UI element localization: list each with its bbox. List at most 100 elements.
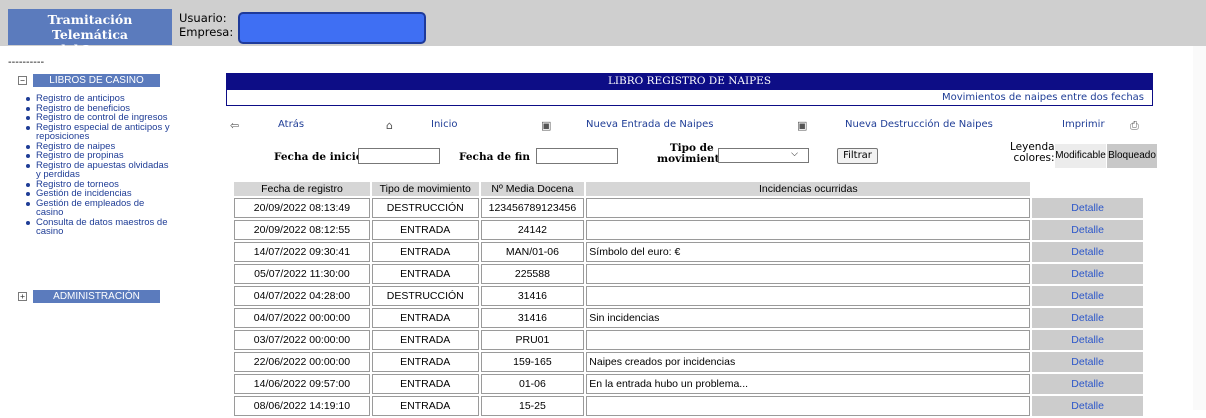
cell-incidents [586,198,1031,218]
company-label: Empresa: [179,25,234,39]
header-number: Nº Media Docena [480,182,585,196]
app-brand[interactable]: Tramitación Telemática del Juego [8,9,172,57]
detail-link[interactable]: Detalle [1032,308,1143,328]
sidebar-item-apuestas[interactable]: Registro de apuestas olvidadas y perdida… [26,160,174,180]
detail-link[interactable]: Detalle [1032,242,1143,262]
end-date-label: Fecha de fin [459,151,530,163]
cell-number: 225588 [480,264,585,284]
cell-number: 01-06 [480,374,585,394]
cell-type: ENTRADA [371,374,479,394]
table-row: 22/06/2022 00:00:00 ENTRADA 159-165 Naip… [234,352,1143,372]
sidebar-section-title[interactable]: ADMINISTRACIÓN [33,290,160,303]
cell-date: 03/07/2022 00:00:00 [234,330,370,350]
panel-subtitle: Movimientos de naipes entre dos fechas [226,90,1153,106]
chevron-down-icon: ⌵ [791,149,798,159]
detail-link[interactable]: Detalle [1032,374,1143,394]
cell-type: ENTRADA [371,330,479,350]
table-row: 04/07/2022 00:00:00 ENTRADA 31416 Sin in… [234,308,1143,328]
movement-type-label-line2: movimiento [657,153,727,165]
cell-type: ENTRADA [371,220,479,240]
home-link[interactable]: Inicio [431,119,457,130]
cell-date: 14/06/2022 09:57:00 [234,374,370,394]
new-entry-link[interactable]: Nueva Entrada de Naipes [586,119,713,130]
cell-incidents [586,330,1031,350]
legend-blocked: Bloqueado [1107,144,1157,168]
cell-type: DESTRUCCIÓN [371,198,479,218]
legend-modifiable: Modificable [1055,144,1106,168]
movement-type-select[interactable]: ⌵ [718,148,809,163]
table-row: 20/09/2022 08:12:55 ENTRADA 24142 Detall… [234,220,1143,240]
expand-icon[interactable]: + [18,292,27,301]
user-info: Usuario: Empresa: [179,11,233,39]
cell-incidents: Símbolo del euro: € [586,242,1031,262]
panel-title: LIBRO REGISTRO DE NAIPES [226,73,1153,90]
cell-number: 31416 [480,286,585,306]
detail-link[interactable]: Detalle [1032,396,1143,416]
sidebar-section-administracion[interactable]: + ADMINISTRACIÓN [18,290,160,303]
cell-incidents [586,286,1031,306]
cell-incidents: En la entrada hubo un problema... [586,374,1031,394]
sidebar-item-anticipos-especial[interactable]: Registro especial de anticipos y reposic… [26,122,174,142]
cell-date: 08/06/2022 14:19:10 [234,396,370,416]
cell-number: 31416 [480,308,585,328]
table-row: 14/06/2022 09:57:00 ENTRADA 01-06 En la … [234,374,1143,394]
cell-incidents [586,264,1031,284]
cell-type: ENTRADA [371,264,479,284]
detail-link[interactable]: Detalle [1032,352,1143,372]
user-label: Usuario: [179,11,227,25]
cell-type: ENTRADA [371,242,479,262]
header-incidents: Incidencias ocurridas [586,182,1031,196]
table-header-row: Fecha de registro Tipo de movimiento Nº … [234,182,1143,196]
end-date-input[interactable] [536,148,618,164]
table-row: 03/07/2022 00:00:00 ENTRADA PRU01 Detall… [234,330,1143,350]
table-row: 08/06/2022 14:19:10 ENTRADA 15-25 Detall… [234,396,1143,416]
header-date: Fecha de registro [234,182,370,196]
movement-type-label: Tipo de movimiento [657,143,726,165]
cell-incidents: Naipes creados por incidencias [586,352,1031,372]
back-link[interactable]: Atrás [278,119,304,130]
cell-number: 159-165 [480,352,585,372]
cell-number: 15-25 [480,396,585,416]
start-date-label: Fecha de inicio [274,151,363,163]
cell-number: 24142 [480,220,585,240]
cell-number: MAN/01-06 [480,242,585,262]
table-row: 20/09/2022 08:13:49 DESTRUCCIÓN 12345678… [234,198,1143,218]
detail-link[interactable]: Detalle [1032,220,1143,240]
table-row: 14/07/2022 09:30:41 ENTRADA MAN/01-06 Sí… [234,242,1143,262]
cell-type: ENTRADA [371,308,479,328]
sidebar-section-title[interactable]: LIBROS DE CASINO [33,74,160,87]
legend-label-line2: colores: [1013,152,1055,164]
cell-number: PRU01 [480,330,585,350]
brand-line-2: del Juego [57,42,123,57]
print-link[interactable]: Imprimir [1062,119,1105,130]
cell-date: 20/09/2022 08:12:55 [234,220,370,240]
detail-link[interactable]: Detalle [1032,330,1143,350]
detail-link[interactable]: Detalle [1032,286,1143,306]
sidebar-section-libros[interactable]: − LIBROS DE CASINO [18,74,160,87]
cell-type: ENTRADA [371,352,479,372]
movements-table: Fecha de registro Tipo de movimiento Nº … [232,180,1145,418]
vertical-scrollbar[interactable] [1193,46,1206,410]
sidebar-item-datos-maestros[interactable]: Consulta de datos maestros de casino [26,217,174,237]
filter-button[interactable]: Filtrar [837,148,878,164]
cell-date: 20/09/2022 08:13:49 [234,198,370,218]
table-row: 04/07/2022 04:28:00 DESTRUCCIÓN 31416 De… [234,286,1143,306]
redacted-user-info [238,12,426,44]
cell-number: 123456789123456 [480,198,585,218]
start-date-input[interactable] [358,148,440,164]
brand-line-1: Tramitación Telemática [47,12,133,42]
sidebar-separator: ---------- [8,57,45,68]
collapse-icon[interactable]: − [18,76,27,85]
cell-date: 04/07/2022 00:00:00 [234,308,370,328]
cell-incidents [586,220,1031,240]
header-actions [1032,182,1143,196]
cell-date: 14/07/2022 09:30:41 [234,242,370,262]
new-destruction-link[interactable]: Nueva Destrucción de Naipes [845,119,993,130]
cell-type: DESTRUCCIÓN [371,286,479,306]
detail-link[interactable]: Detalle [1032,264,1143,284]
detail-link[interactable]: Detalle [1032,198,1143,218]
cell-date: 04/07/2022 04:28:00 [234,286,370,306]
cell-type: ENTRADA [371,396,479,416]
sidebar-item-empleados[interactable]: Gestión de empleados de casino [26,198,174,218]
cell-incidents [586,396,1031,416]
